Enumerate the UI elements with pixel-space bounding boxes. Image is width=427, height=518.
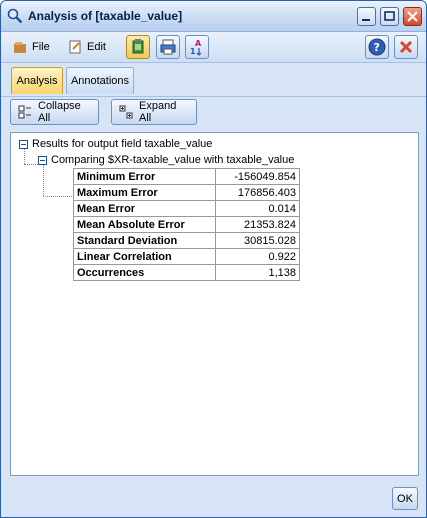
table-row: Occurrences 1,138	[73, 264, 300, 281]
clipboard-icon	[127, 36, 149, 58]
table-row: Mean Absolute Error 21353.824	[73, 216, 300, 233]
table-row: Mean Error 0.014	[73, 200, 300, 217]
tree-connector	[24, 164, 38, 165]
svg-text:?: ?	[374, 41, 380, 54]
help-icon: ?	[366, 36, 388, 58]
metric-name: Mean Absolute Error	[73, 216, 216, 233]
file-menu[interactable]: File	[12, 38, 50, 56]
clipboard-button[interactable]	[126, 35, 150, 59]
tab-annotations[interactable]: Annotations	[66, 67, 134, 94]
action-bar: Collapse All Expand All	[1, 97, 426, 131]
close-red-icon	[395, 36, 417, 58]
metric-value: 21353.824	[215, 216, 300, 233]
table-row: Minimum Error -156049.854	[73, 168, 300, 185]
svg-text:A: A	[195, 39, 202, 48]
expand-all-button[interactable]: Expand All	[111, 99, 197, 125]
tab-annotations-label: Annotations	[70, 75, 130, 87]
metric-name: Linear Correlation	[73, 248, 216, 265]
help-button[interactable]: ?	[365, 35, 389, 59]
tree-connector	[43, 196, 72, 197]
metric-value: 1,138	[215, 264, 300, 281]
title-bar[interactable]: Analysis of [taxable_value]	[1, 1, 426, 32]
metrics-table: Minimum Error -156049.854 Maximum Error 17…	[73, 168, 300, 281]
sort-az-icon: A1	[186, 36, 208, 58]
tab-analysis[interactable]: Analysis	[11, 67, 63, 94]
metric-name: Standard Deviation	[73, 232, 216, 249]
results-panel: Results for output field taxable_value C…	[10, 132, 419, 476]
expand-icon	[118, 104, 134, 120]
collapse-all-label: Collapse All	[38, 100, 81, 124]
metric-name: Mean Error	[73, 200, 216, 217]
tab-analysis-label: Analysis	[16, 75, 58, 87]
tree-root[interactable]: Results for output field taxable_value	[19, 138, 212, 150]
metric-name: Maximum Error	[73, 184, 216, 201]
minimize-button[interactable]	[357, 7, 376, 26]
collapse-node-icon[interactable]	[19, 139, 28, 149]
collapse-all-button[interactable]: Collapse All	[10, 99, 99, 125]
toolbar: File Edit A1 ?	[1, 32, 426, 63]
close-window-button[interactable]	[403, 7, 422, 26]
metric-name: Occurrences	[73, 264, 216, 281]
edit-icon	[67, 39, 83, 55]
table-row: Standard Deviation 30815.028	[73, 232, 300, 249]
tree-connector	[24, 149, 25, 164]
edit-menu-label: Edit	[87, 41, 106, 53]
window-title: Analysis of [taxable_value]	[28, 9, 183, 23]
maximize-button[interactable]	[380, 7, 399, 26]
footer: OK	[1, 477, 426, 517]
svg-text:1: 1	[190, 47, 196, 56]
print-button[interactable]	[156, 35, 180, 59]
collapse-icon	[17, 104, 33, 120]
table-row: Maximum Error 176856.403	[73, 184, 300, 201]
table-row: Linear Correlation 0.922	[73, 248, 300, 265]
tree-root-label: Results for output field taxable_value	[32, 138, 213, 150]
tree-connector	[43, 165, 44, 196]
tree-child[interactable]: Comparing $XR-taxable_value with taxable…	[38, 154, 294, 166]
metric-name: Minimum Error	[73, 168, 216, 185]
metric-value: 0.922	[215, 248, 300, 265]
analysis-window: Analysis of [taxable_value] File Edit A …	[0, 0, 427, 518]
collapse-node-icon[interactable]	[38, 155, 47, 165]
tab-strip: Analysis Annotations	[1, 63, 426, 97]
metric-value: 176856.403	[215, 184, 300, 201]
close-button[interactable]	[394, 35, 418, 59]
expand-all-label: Expand All	[139, 100, 177, 124]
print-icon	[157, 36, 179, 58]
metric-value: 30815.028	[215, 232, 300, 249]
file-icon	[12, 39, 28, 55]
metric-value: -156049.854	[215, 168, 300, 185]
magnifier-icon	[7, 8, 23, 24]
metric-value: 0.014	[215, 200, 300, 217]
tree-child-label: Comparing $XR-taxable_value with taxable…	[51, 154, 295, 166]
file-menu-label: File	[32, 41, 50, 53]
sort-button[interactable]: A1	[185, 35, 209, 59]
ok-button[interactable]: OK	[392, 487, 418, 510]
ok-button-label: OK	[397, 492, 413, 505]
edit-menu[interactable]: Edit	[67, 38, 106, 56]
